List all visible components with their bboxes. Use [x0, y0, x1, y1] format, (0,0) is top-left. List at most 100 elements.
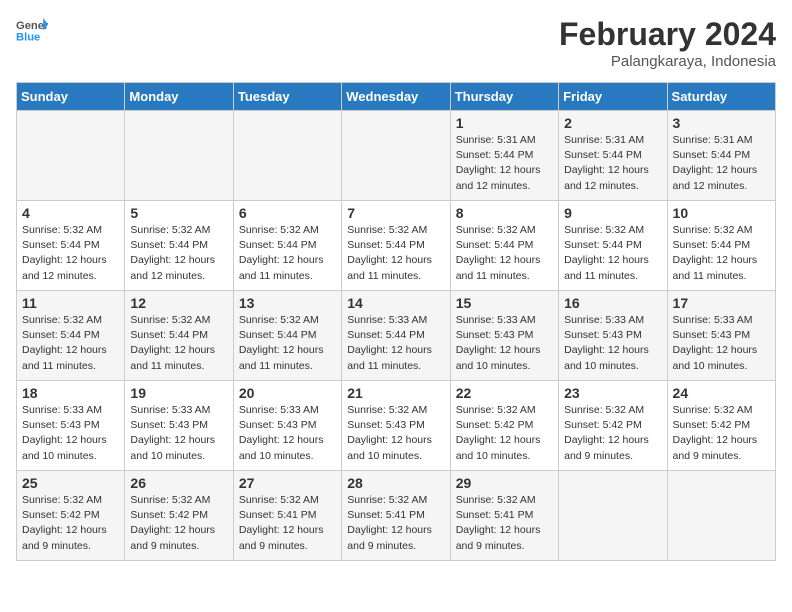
calendar-cell: 28 Sunrise: 5:32 AMSunset: 5:41 PMDayligh…	[342, 471, 450, 561]
calendar-cell: 17Sunrise: 5:33 AMSunset: 5:43 PMDayligh…	[667, 291, 775, 381]
day-detail: Sunrise: 5:33 AMSunset: 5:43 PMDaylight:…	[456, 313, 553, 374]
calendar-cell: 10Sunrise: 5:32 AMSunset: 5:44 PMDayligh…	[667, 201, 775, 291]
calendar-cell	[667, 471, 775, 561]
calendar-table: SundayMondayTuesdayWednesdayThursdayFrid…	[16, 82, 776, 561]
calendar-cell: 7 Sunrise: 5:32 AMSunset: 5:44 PMDaylight…	[342, 201, 450, 291]
day-number: 22	[456, 385, 553, 401]
column-header-wednesday: Wednesday	[342, 83, 450, 111]
day-detail: Sunrise: 5:32 AMSunset: 5:44 PMDaylight:…	[22, 223, 119, 284]
day-number: 29	[456, 475, 553, 491]
title-block: February 2024 Palangkaraya, Indonesia	[559, 16, 776, 70]
month-title: February 2024	[559, 16, 776, 53]
calendar-cell: 15 Sunrise: 5:33 AMSunset: 5:43 PMDayligh…	[450, 291, 558, 381]
calendar-cell	[125, 111, 233, 201]
day-number: 9	[564, 205, 661, 221]
day-detail: Sunrise: 5:32 AMSunset: 5:43 PMDaylight:…	[347, 403, 444, 464]
day-detail: Sunrise: 5:32 AMSunset: 5:42 PMDaylight:…	[130, 493, 227, 554]
calendar-cell: 22 Sunrise: 5:32 AMSunset: 5:42 PMDayligh…	[450, 381, 558, 471]
calendar-cell: 9 Sunrise: 5:32 AMSunset: 5:44 PMDaylight…	[559, 201, 667, 291]
day-detail: Sunrise: 5:33 AMSunset: 5:43 PMDaylight:…	[239, 403, 336, 464]
day-number: 19	[130, 385, 227, 401]
calendar-cell: 3 Sunrise: 5:31 AMSunset: 5:44 PMDaylight…	[667, 111, 775, 201]
day-detail: Sunrise: 5:32 AMSunset: 5:42 PMDaylight:…	[456, 403, 553, 464]
calendar-cell	[342, 111, 450, 201]
day-number: 7	[347, 205, 444, 221]
calendar-cell: 27Sunrise: 5:32 AMSunset: 5:41 PMDayligh…	[233, 471, 341, 561]
day-detail: Sunrise: 5:32 AMSunset: 5:41 PMDaylight:…	[347, 493, 444, 554]
day-number: 16	[564, 295, 661, 311]
day-detail: Sunrise: 5:31 AMSunset: 5:44 PMDaylight:…	[673, 133, 770, 194]
day-number: 18	[22, 385, 119, 401]
day-detail: Sunrise: 5:31 AMSunset: 5:44 PMDaylight:…	[456, 133, 553, 194]
calendar-cell: 14 Sunrise: 5:33 AMSunset: 5:44 PMDayligh…	[342, 291, 450, 381]
week-row-1: 1 Sunrise: 5:31 AMSunset: 5:44 PMDaylight…	[17, 111, 776, 201]
week-row-4: 18 Sunrise: 5:33 AMSunset: 5:43 PMDayligh…	[17, 381, 776, 471]
day-detail: Sunrise: 5:32 AMSunset: 5:42 PMDaylight:…	[564, 403, 661, 464]
calendar-cell: 21Sunrise: 5:32 AMSunset: 5:43 PMDayligh…	[342, 381, 450, 471]
column-header-tuesday: Tuesday	[233, 83, 341, 111]
day-detail: Sunrise: 5:32 AMSunset: 5:44 PMDaylight:…	[673, 223, 770, 284]
column-header-thursday: Thursday	[450, 83, 558, 111]
day-number: 26	[130, 475, 227, 491]
day-number: 1	[456, 115, 553, 131]
day-detail: Sunrise: 5:32 AMSunset: 5:44 PMDaylight:…	[22, 313, 119, 374]
day-detail: Sunrise: 5:32 AMSunset: 5:44 PMDaylight:…	[239, 223, 336, 284]
calendar-cell	[17, 111, 125, 201]
day-detail: Sunrise: 5:33 AMSunset: 5:43 PMDaylight:…	[564, 313, 661, 374]
calendar-cell: 19 Sunrise: 5:33 AMSunset: 5:43 PMDayligh…	[125, 381, 233, 471]
day-number: 14	[347, 295, 444, 311]
day-number: 6	[239, 205, 336, 221]
day-number: 5	[130, 205, 227, 221]
day-number: 17	[673, 295, 770, 311]
calendar-cell: 1 Sunrise: 5:31 AMSunset: 5:44 PMDaylight…	[450, 111, 558, 201]
day-number: 4	[22, 205, 119, 221]
day-detail: Sunrise: 5:32 AMSunset: 5:44 PMDaylight:…	[564, 223, 661, 284]
day-number: 28	[347, 475, 444, 491]
calendar-cell: 20 Sunrise: 5:33 AMSunset: 5:43 PMDayligh…	[233, 381, 341, 471]
logo-icon: General Blue	[16, 16, 48, 44]
column-header-monday: Monday	[125, 83, 233, 111]
calendar-cell: 25 Sunrise: 5:32 AMSunset: 5:42 PMDayligh…	[17, 471, 125, 561]
calendar-cell: 2 Sunrise: 5:31 AMSunset: 5:44 PMDaylight…	[559, 111, 667, 201]
day-number: 25	[22, 475, 119, 491]
calendar-cell: 18Sunrise: 5:33 AMSunset: 5:43 PMDayligh…	[17, 381, 125, 471]
location-subtitle: Palangkaraya, Indonesia	[559, 53, 776, 70]
column-header-friday: Friday	[559, 83, 667, 111]
week-row-2: 4 Sunrise: 5:32 AMSunset: 5:44 PMDaylight…	[17, 201, 776, 291]
day-number: 23	[564, 385, 661, 401]
svg-text:Blue: Blue	[16, 31, 40, 43]
calendar-cell: 26 Sunrise: 5:32 AMSunset: 5:42 PMDayligh…	[125, 471, 233, 561]
day-number: 24	[673, 385, 770, 401]
logo: General Blue	[16, 16, 48, 44]
calendar-cell: 5 Sunrise: 5:32 AMSunset: 5:44 PMDaylight…	[125, 201, 233, 291]
calendar-cell: 4 Sunrise: 5:32 AMSunset: 5:44 PMDaylight…	[17, 201, 125, 291]
day-detail: Sunrise: 5:32 AMSunset: 5:42 PMDaylight:…	[673, 403, 770, 464]
day-detail: Sunrise: 5:33 AMSunset: 5:44 PMDaylight:…	[347, 313, 444, 374]
day-detail: Sunrise: 5:32 AMSunset: 5:44 PMDaylight:…	[347, 223, 444, 284]
page-header: General Blue February 2024 Palangkaraya,…	[16, 16, 776, 70]
day-number: 3	[673, 115, 770, 131]
day-number: 2	[564, 115, 661, 131]
day-detail: Sunrise: 5:32 AMSunset: 5:44 PMDaylight:…	[130, 313, 227, 374]
day-detail: Sunrise: 5:32 AMSunset: 5:44 PMDaylight:…	[130, 223, 227, 284]
calendar-cell: 16 Sunrise: 5:33 AMSunset: 5:43 PMDayligh…	[559, 291, 667, 381]
column-header-saturday: Saturday	[667, 83, 775, 111]
week-row-3: 11 Sunrise: 5:32 AMSunset: 5:44 PMDayligh…	[17, 291, 776, 381]
day-detail: Sunrise: 5:31 AMSunset: 5:44 PMDaylight:…	[564, 133, 661, 194]
day-number: 8	[456, 205, 553, 221]
calendar-cell: 11 Sunrise: 5:32 AMSunset: 5:44 PMDayligh…	[17, 291, 125, 381]
day-number: 13	[239, 295, 336, 311]
day-number: 20	[239, 385, 336, 401]
calendar-cell: 12 Sunrise: 5:32 AMSunset: 5:44 PMDayligh…	[125, 291, 233, 381]
day-detail: Sunrise: 5:33 AMSunset: 5:43 PMDaylight:…	[130, 403, 227, 464]
calendar-cell: 23 Sunrise: 5:32 AMSunset: 5:42 PMDayligh…	[559, 381, 667, 471]
calendar-cell: 29 Sunrise: 5:32 AMSunset: 5:41 PMDayligh…	[450, 471, 558, 561]
day-number: 12	[130, 295, 227, 311]
day-detail: Sunrise: 5:32 AMSunset: 5:41 PMDaylight:…	[456, 493, 553, 554]
day-number: 15	[456, 295, 553, 311]
day-number: 11	[22, 295, 119, 311]
day-detail: Sunrise: 5:32 AMSunset: 5:42 PMDaylight:…	[22, 493, 119, 554]
day-detail: Sunrise: 5:32 AMSunset: 5:44 PMDaylight:…	[456, 223, 553, 284]
day-detail: Sunrise: 5:32 AMSunset: 5:44 PMDaylight:…	[239, 313, 336, 374]
calendar-cell: 8 Sunrise: 5:32 AMSunset: 5:44 PMDaylight…	[450, 201, 558, 291]
